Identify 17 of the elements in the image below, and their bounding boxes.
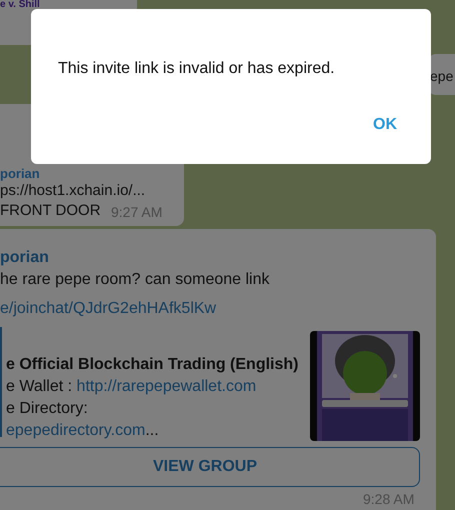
sender-name: porian xyxy=(0,248,49,268)
dialog-message: This invite link is invalid or has expired. xyxy=(58,59,336,79)
preview-link[interactable]: epepedirectory.com xyxy=(6,419,146,443)
preview-text: ... xyxy=(145,421,159,441)
preview-link[interactable]: http://rarepepewallet.com xyxy=(76,375,256,399)
view-group-button[interactable]: VIEW GROUP xyxy=(0,447,420,487)
message-link[interactable]: ps://host1.xchain.io/... xyxy=(0,182,146,200)
preview-text: e Wallet : xyxy=(6,377,74,397)
preview-title: e Official Blockchain Trading (English) xyxy=(6,355,298,375)
message-link[interactable]: e/joinchat/QJdrG2ehHAfk5lKw xyxy=(0,297,216,321)
message-text: FRONT DOOR xyxy=(0,202,101,220)
preview-text: e Directory: xyxy=(6,399,88,419)
sender-name: porian xyxy=(0,166,40,181)
message-text: epe xyxy=(430,68,454,85)
ok-button[interactable]: OK xyxy=(369,113,401,137)
message-text: he rare pepe room? can someone link xyxy=(0,270,270,290)
sender-name: e v. Shill xyxy=(0,0,40,9)
